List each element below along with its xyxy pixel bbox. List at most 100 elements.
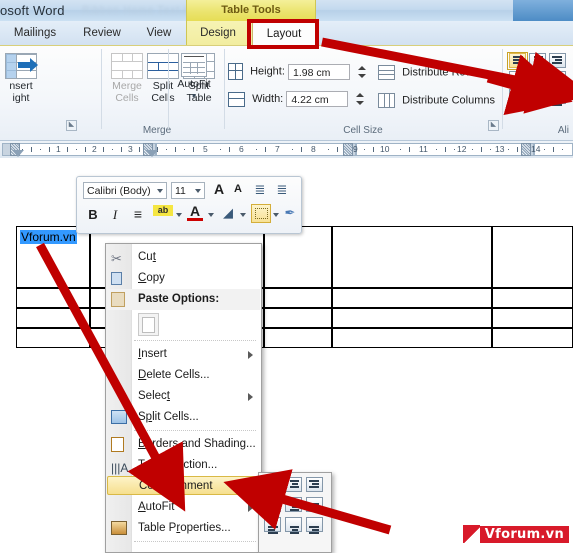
menu-item-text-direction[interactable]: Text Direction... |||A bbox=[107, 455, 260, 476]
tab-design[interactable]: Design bbox=[192, 21, 244, 45]
align-top-left-icon bbox=[509, 53, 526, 68]
align-bottom-right-button[interactable] bbox=[548, 89, 567, 106]
ruler-indent-marker[interactable] bbox=[12, 150, 24, 157]
menu-item-borders-and-shading[interactable]: Borders and Shading... bbox=[107, 434, 260, 455]
table-cell[interactable] bbox=[264, 308, 332, 328]
horizontal-ruler[interactable]: 1 2 3 5 6 7 8 9 10 11 12 13 14 bbox=[0, 141, 573, 159]
selected-cell-text[interactable]: Vforum.vn bbox=[20, 230, 77, 244]
highlight-dropdown-arrow[interactable] bbox=[176, 213, 182, 217]
bold-button[interactable]: B bbox=[85, 207, 101, 222]
row-height-control[interactable]: Height: 1.98 cm bbox=[228, 63, 368, 80]
align-bottom-right-button[interactable] bbox=[305, 517, 324, 534]
shading-icon[interactable]: ◢ bbox=[219, 205, 237, 221]
menu-item-split-cells[interactable]: Split Cells... bbox=[107, 407, 260, 428]
grow-font-icon[interactable]: A bbox=[210, 181, 228, 197]
menu-item-table-properties[interactable]: Table Properties... bbox=[107, 518, 260, 539]
menu-item-delete-cells[interactable]: Delete Cells... bbox=[107, 365, 260, 386]
align-center-left-button[interactable] bbox=[508, 71, 527, 87]
align-top-center-button[interactable] bbox=[528, 53, 547, 69]
align-bottom-left-button[interactable] bbox=[508, 89, 527, 106]
table-cell[interactable] bbox=[492, 308, 573, 328]
height-input[interactable]: 1.98 cm bbox=[287, 63, 350, 80]
align-center-right-button[interactable] bbox=[305, 497, 324, 513]
distribute-rows-button[interactable]: Distribute Rows bbox=[378, 65, 479, 80]
highlight-icon[interactable]: ab bbox=[153, 205, 173, 216]
table-cell[interactable] bbox=[332, 288, 492, 308]
table-cell[interactable] bbox=[264, 226, 332, 288]
shading-dropdown-arrow[interactable] bbox=[240, 213, 246, 217]
align-center-left-button[interactable] bbox=[263, 497, 282, 513]
window-controls-area[interactable] bbox=[513, 0, 573, 21]
table-cell[interactable] bbox=[16, 328, 90, 348]
menu-item-cut[interactable]: Cut ✂ bbox=[107, 247, 260, 268]
table-cell[interactable] bbox=[332, 308, 492, 328]
table-cell[interactable] bbox=[264, 288, 332, 308]
table-cell[interactable] bbox=[492, 226, 573, 288]
menu-item-paste-options[interactable]: Paste Options: bbox=[107, 289, 260, 310]
cell-alignment-submenu[interactable] bbox=[258, 472, 332, 553]
decrease-indent-icon[interactable]: ≣ bbox=[251, 182, 269, 198]
menu-item-select[interactable]: Select bbox=[107, 386, 260, 407]
increase-indent-icon[interactable]: ≣ bbox=[273, 182, 291, 198]
distribute-columns-button[interactable]: Distribute Columns bbox=[378, 93, 495, 108]
italic-button[interactable]: I bbox=[107, 207, 123, 223]
table-cell[interactable] bbox=[332, 226, 492, 288]
mini-toolbar[interactable]: Calibri (Body) 11 A A ≣ ≣ B I ≡ ab A ◢ ✒ bbox=[76, 176, 302, 234]
distribute-rows-icon bbox=[378, 65, 395, 80]
ruler-indent-marker[interactable] bbox=[146, 150, 158, 157]
context-menu[interactable]: Cut ✂ Copy Paste Options: Insert Delete Cells… bbox=[105, 243, 262, 553]
ruler-tick bbox=[337, 147, 338, 152]
align-top-left-button[interactable] bbox=[507, 52, 528, 70]
ruler-column-marker[interactable] bbox=[521, 143, 531, 156]
table-cell[interactable] bbox=[332, 328, 492, 348]
autofit-dropdown-arrow[interactable]: ▼ bbox=[170, 91, 218, 103]
ruler-tick bbox=[481, 147, 482, 152]
width-spinner[interactable] bbox=[354, 91, 366, 107]
ruler-tick bbox=[328, 149, 329, 150]
font-color-dropdown-arrow[interactable] bbox=[208, 213, 214, 217]
cell-size-dialog-launcher[interactable]: ◣ bbox=[488, 120, 499, 131]
height-spinner[interactable] bbox=[356, 64, 368, 80]
menu-item-autofit[interactable]: AutoFit bbox=[107, 497, 260, 518]
borders-icon[interactable] bbox=[251, 204, 271, 223]
center-align-button[interactable]: ≡ bbox=[129, 206, 147, 222]
table-cell[interactable] bbox=[264, 328, 332, 348]
borders-dropdown-arrow[interactable] bbox=[273, 213, 279, 217]
width-input[interactable]: 4.22 cm bbox=[286, 91, 349, 107]
align-center-button[interactable] bbox=[284, 497, 303, 513]
align-bottom-left-button[interactable] bbox=[263, 517, 282, 534]
tab-view[interactable]: View bbox=[138, 21, 180, 45]
font-size-dropdown-arrow[interactable] bbox=[195, 189, 201, 193]
align-top-right-button[interactable] bbox=[548, 53, 567, 69]
column-width-control[interactable]: Width: 4.22 cm bbox=[228, 91, 366, 107]
ruler-tick bbox=[454, 149, 455, 150]
table-cell[interactable] bbox=[16, 308, 90, 328]
align-center-right-button[interactable] bbox=[548, 71, 567, 87]
align-bottom-center-button[interactable] bbox=[284, 517, 303, 534]
rows-columns-dialog-launcher[interactable]: ◣ bbox=[66, 120, 77, 131]
table-cell[interactable] bbox=[492, 288, 573, 308]
menu-item-copy[interactable]: Copy bbox=[107, 268, 260, 303]
align-center-button[interactable] bbox=[528, 71, 547, 87]
menu-item-cell-alignment[interactable]: Cell Alignment bbox=[107, 476, 260, 495]
table-cell[interactable] bbox=[16, 288, 90, 308]
menu-item-insert[interactable]: Insert bbox=[107, 344, 260, 365]
font-color-icon[interactable]: A bbox=[187, 204, 203, 221]
align-bottom-center-button[interactable] bbox=[528, 89, 547, 106]
autofit-button[interactable]: AutoFit ▼ bbox=[170, 51, 218, 102]
align-top-center-button[interactable] bbox=[284, 477, 303, 493]
align-top-right-button[interactable] bbox=[305, 477, 324, 493]
shrink-font-icon[interactable]: A bbox=[230, 183, 246, 195]
align-top-left-button[interactable] bbox=[262, 476, 283, 494]
table-cell[interactable] bbox=[492, 328, 573, 348]
menu-item-label: Delete Cells... bbox=[138, 369, 210, 381]
tab-review[interactable]: Review bbox=[76, 21, 128, 45]
copy-icon bbox=[107, 271, 128, 303]
font-name-input[interactable]: Calibri (Body) bbox=[83, 182, 167, 199]
paste-option-keep-source-formatting[interactable] bbox=[107, 310, 260, 336]
tab-mailings[interactable]: Mailings bbox=[6, 21, 64, 45]
font-name-dropdown-arrow[interactable] bbox=[157, 189, 163, 193]
ruler-column-marker[interactable] bbox=[343, 143, 353, 156]
insert-right-button[interactable]: nsert ight bbox=[0, 51, 44, 104]
format-painter-icon[interactable]: ✒ bbox=[282, 205, 298, 221]
